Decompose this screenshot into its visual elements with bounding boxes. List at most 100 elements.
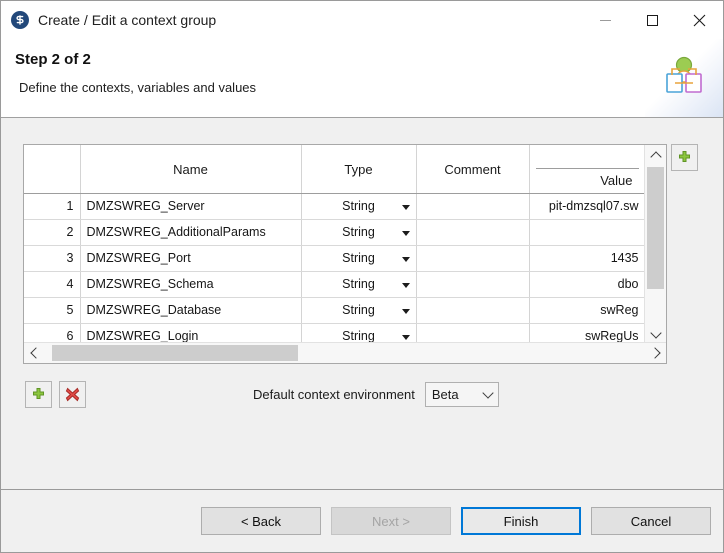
column-header-type[interactable]: Type <box>301 145 417 194</box>
minimize-icon <box>600 19 611 21</box>
delete-row-button[interactable] <box>59 381 86 408</box>
scroll-down-button[interactable] <box>645 324 666 344</box>
default-environment-label: Default context environment <box>253 387 415 402</box>
cell-comment[interactable] <box>416 219 530 246</box>
chevron-down-icon[interactable] <box>401 256 410 262</box>
close-button[interactable] <box>676 1 723 39</box>
cell-type-label: String <box>342 199 375 213</box>
variables-grid: Name Type Comment Value 1 DMZSWREG_Serve… <box>24 145 646 350</box>
cell-rownum: 3 <box>24 245 81 272</box>
column-header-comment[interactable]: Comment <box>416 145 530 194</box>
cell-name[interactable]: DMZSWREG_AdditionalParams <box>80 219 302 246</box>
close-icon <box>693 14 706 26</box>
vertical-scroll-thumb[interactable] <box>647 167 664 289</box>
column-header-value[interactable]: Value <box>529 145 646 194</box>
horizontal-scroll-thumb[interactable] <box>52 345 298 361</box>
back-button[interactable]: < Back <box>201 507 321 535</box>
context-group-icon <box>666 56 702 93</box>
cell-type-label: String <box>342 329 375 343</box>
cell-name[interactable]: DMZSWREG_Server <box>80 193 302 220</box>
cell-rownum: 1 <box>24 193 81 220</box>
default-environment-value: Beta <box>431 387 459 402</box>
next-button: Next > <box>331 507 451 535</box>
maximize-button[interactable] <box>629 1 676 39</box>
cell-value[interactable] <box>529 219 646 246</box>
row-toolbar <box>25 381 86 408</box>
cross-icon <box>65 387 80 402</box>
table-row[interactable]: 1 DMZSWREG_Server String pit-dmzsql07.sw <box>24 193 646 220</box>
chevron-down-icon[interactable] <box>401 204 410 210</box>
cell-name[interactable]: DMZSWREG_Schema <box>80 271 302 298</box>
grid-body: 1 DMZSWREG_Server String pit-dmzsql07.sw… <box>24 193 646 350</box>
plus-icon <box>679 151 690 162</box>
column-header-name[interactable]: Name <box>80 145 302 194</box>
window-controls <box>582 1 723 39</box>
cell-type[interactable]: String <box>301 219 417 246</box>
cell-type-label: String <box>342 225 375 239</box>
table-row[interactable]: 5 DMZSWREG_Database String swReg <box>24 297 646 324</box>
banner-gradient <box>645 39 723 117</box>
chevron-down-icon[interactable] <box>401 230 410 236</box>
cell-name[interactable]: DMZSWREG_Database <box>80 297 302 324</box>
maximize-icon <box>647 14 658 26</box>
title-bar: Create / Edit a context group <box>1 1 723 39</box>
cell-value[interactable]: dbo <box>529 271 646 298</box>
cell-type-label: String <box>342 277 375 291</box>
chevron-down-icon <box>649 326 662 339</box>
chevron-down-icon[interactable] <box>401 308 410 314</box>
cell-type-label: String <box>342 303 375 317</box>
finish-button[interactable]: Finish <box>461 507 581 535</box>
cell-type[interactable]: String <box>301 245 417 272</box>
chevron-right-icon <box>648 347 661 359</box>
add-row-button[interactable] <box>25 381 52 408</box>
minimize-button[interactable] <box>582 1 629 39</box>
table-row[interactable]: 3 DMZSWREG_Port String 1435 <box>24 245 646 272</box>
cell-rownum: 4 <box>24 271 81 298</box>
cell-comment[interactable] <box>416 271 530 298</box>
cell-type[interactable]: String <box>301 193 417 220</box>
value-header-label: Value <box>600 173 633 188</box>
chevron-down-icon <box>482 387 494 399</box>
cell-type-label: String <box>342 251 375 265</box>
cell-type[interactable]: String <box>301 297 417 324</box>
cell-comment[interactable] <box>416 297 530 324</box>
cell-value[interactable]: pit-dmzsql07.sw <box>529 193 646 220</box>
cell-value[interactable]: swReg <box>529 297 646 324</box>
context-variables-table[interactable]: Name Type Comment Value 1 DMZSWREG_Serve… <box>23 144 667 364</box>
header-row: Name Type Comment Value <box>24 145 646 194</box>
default-environment-row: Default context environment Beta <box>253 382 499 407</box>
value-header-top <box>535 145 639 169</box>
cell-value[interactable]: 1435 <box>529 245 646 272</box>
cell-comment[interactable] <box>416 245 530 272</box>
horizontal-scrollbar[interactable] <box>24 342 666 363</box>
cell-rownum: 5 <box>24 297 81 324</box>
dialog-window: Create / Edit a context group Step 2 of … <box>0 0 724 553</box>
page-title: Step 2 of 2 <box>15 51 91 68</box>
chevron-down-icon[interactable] <box>401 282 410 288</box>
scroll-up-button[interactable] <box>645 145 666 165</box>
chevron-down-icon[interactable] <box>401 334 410 340</box>
window-title: Create / Edit a context group <box>38 12 217 28</box>
column-header-rownum[interactable] <box>24 145 81 194</box>
cancel-button[interactable]: Cancel <box>591 507 711 535</box>
cell-rownum: 2 <box>24 219 81 246</box>
chevron-up-icon <box>649 150 662 163</box>
wizard-header: Step 2 of 2 Define the contexts, variabl… <box>1 39 723 118</box>
add-context-button[interactable] <box>671 144 698 171</box>
vertical-scrollbar[interactable] <box>644 145 666 344</box>
chevron-left-icon <box>29 347 42 359</box>
cell-comment[interactable] <box>416 193 530 220</box>
dialog-footer: < Back Next > Finish Cancel <box>1 490 723 552</box>
table-row[interactable]: 4 DMZSWREG_Schema String dbo <box>24 271 646 298</box>
grid-header: Name Type Comment Value <box>24 145 646 194</box>
scroll-right-button[interactable] <box>646 343 666 363</box>
page-description: Define the contexts, variables and value… <box>19 80 257 95</box>
dialog-body: Name Type Comment Value 1 DMZSWREG_Serve… <box>1 118 723 490</box>
plus-icon <box>33 388 44 399</box>
cell-name[interactable]: DMZSWREG_Port <box>80 245 302 272</box>
table-row[interactable]: 2 DMZSWREG_AdditionalParams String <box>24 219 646 246</box>
talend-icon <box>11 11 29 29</box>
cell-type[interactable]: String <box>301 271 417 298</box>
scroll-left-button[interactable] <box>24 343 44 363</box>
default-environment-select[interactable]: Beta <box>424 382 499 407</box>
